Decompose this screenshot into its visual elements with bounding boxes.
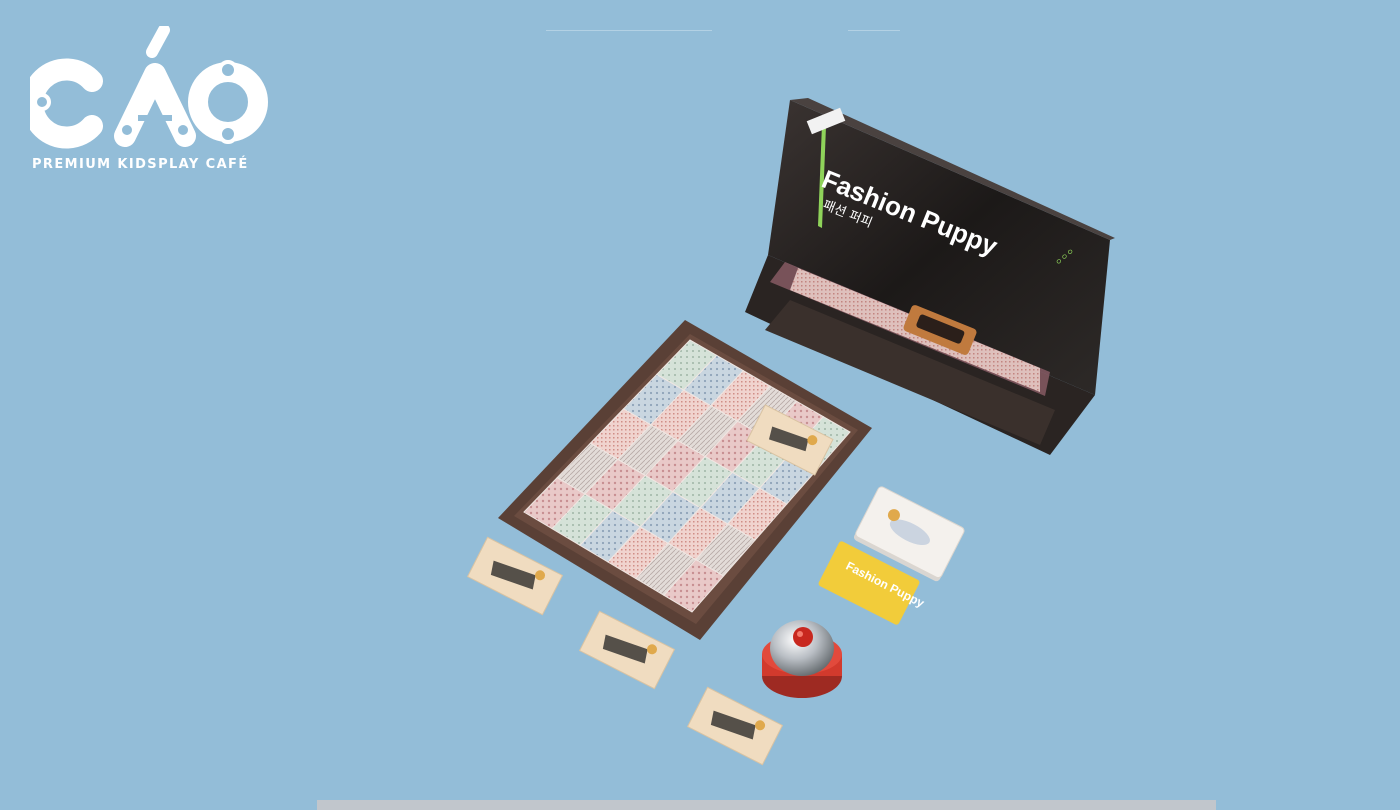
bottom-strip <box>317 800 1216 810</box>
dog-card <box>686 686 784 766</box>
tile-grid <box>523 339 851 613</box>
dog-card <box>466 536 564 616</box>
dog-card <box>578 610 676 690</box>
bell <box>762 620 842 698</box>
product-photo: Fashion Puppy 패션 퍼피 ㅇㅇㅇ Fashion Puppy <box>466 98 1115 766</box>
